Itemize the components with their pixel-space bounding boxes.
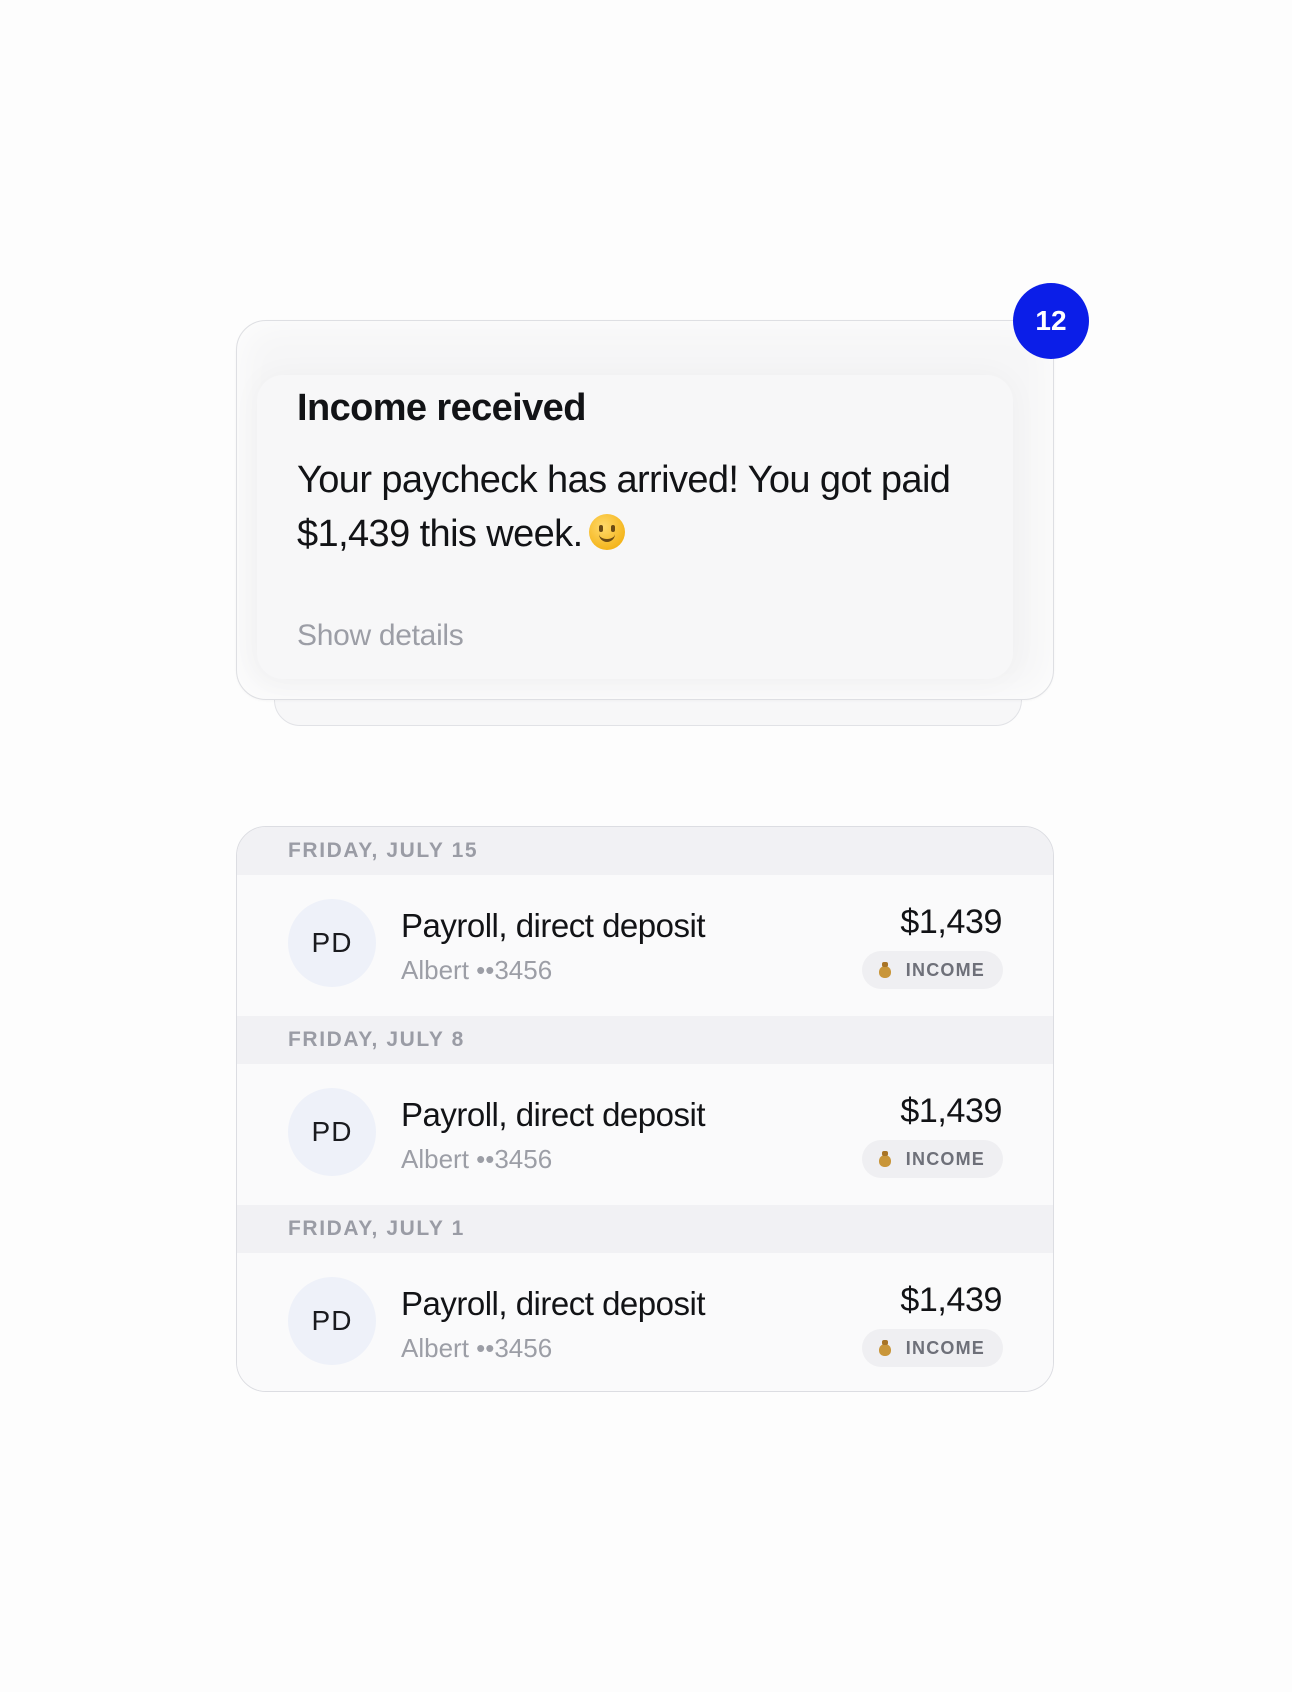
category-label: INCOME xyxy=(905,1148,985,1169)
transaction-account: Albert ••3456 xyxy=(401,955,553,985)
date-header: FRIDAY, JULY 8 xyxy=(237,1016,1053,1064)
notification-count-badge: 12 xyxy=(1013,283,1089,359)
transaction-list: FRIDAY, JULY 15 PD Payroll, direct depos… xyxy=(236,826,1054,1392)
category-label: INCOME xyxy=(905,959,985,980)
merchant-avatar: PD xyxy=(288,1088,376,1176)
category-tag: INCOME xyxy=(861,1329,1003,1367)
transaction-name: Payroll, direct deposit xyxy=(401,1285,705,1322)
transaction-account: Albert ••3456 xyxy=(401,1144,553,1174)
notification-message-text: Your paycheck has arrived! You got paid … xyxy=(297,459,951,555)
money-bag-icon xyxy=(878,1151,892,1167)
notification-title: Income received xyxy=(297,387,586,429)
merchant-avatar: PD xyxy=(288,899,376,987)
transaction-amount: $1,439 xyxy=(900,1092,1002,1130)
transaction-amount: $1,439 xyxy=(900,1281,1002,1319)
money-bag-icon xyxy=(878,1340,892,1356)
category-tag: INCOME xyxy=(861,951,1003,989)
show-details-link[interactable]: Show details xyxy=(297,619,464,653)
merchant-avatar: PD xyxy=(288,1277,376,1365)
transaction-name: Payroll, direct deposit xyxy=(401,1096,705,1133)
date-header: FRIDAY, JULY 15 xyxy=(237,827,1053,875)
transaction-row[interactable]: PD Payroll, direct deposit Albert ••3456… xyxy=(237,1064,1053,1205)
date-header: FRIDAY, JULY 1 xyxy=(237,1205,1053,1253)
transaction-row[interactable]: PD Payroll, direct deposit Albert ••3456… xyxy=(237,1253,1053,1391)
slightly-smiling-face-icon xyxy=(588,514,625,550)
transaction-name: Payroll, direct deposit xyxy=(401,907,705,944)
transaction-row[interactable]: PD Payroll, direct deposit Albert ••3456… xyxy=(237,875,1053,1016)
transaction-account: Albert ••3456 xyxy=(401,1333,553,1363)
money-bag-icon xyxy=(878,962,892,978)
transaction-amount: $1,439 xyxy=(900,903,1002,941)
category-tag: INCOME xyxy=(861,1140,1003,1178)
income-notification-card[interactable]: Income received Your paycheck has arrive… xyxy=(236,320,1054,700)
category-label: INCOME xyxy=(905,1337,985,1358)
notification-message: Your paycheck has arrived! You got paid … xyxy=(297,453,997,561)
